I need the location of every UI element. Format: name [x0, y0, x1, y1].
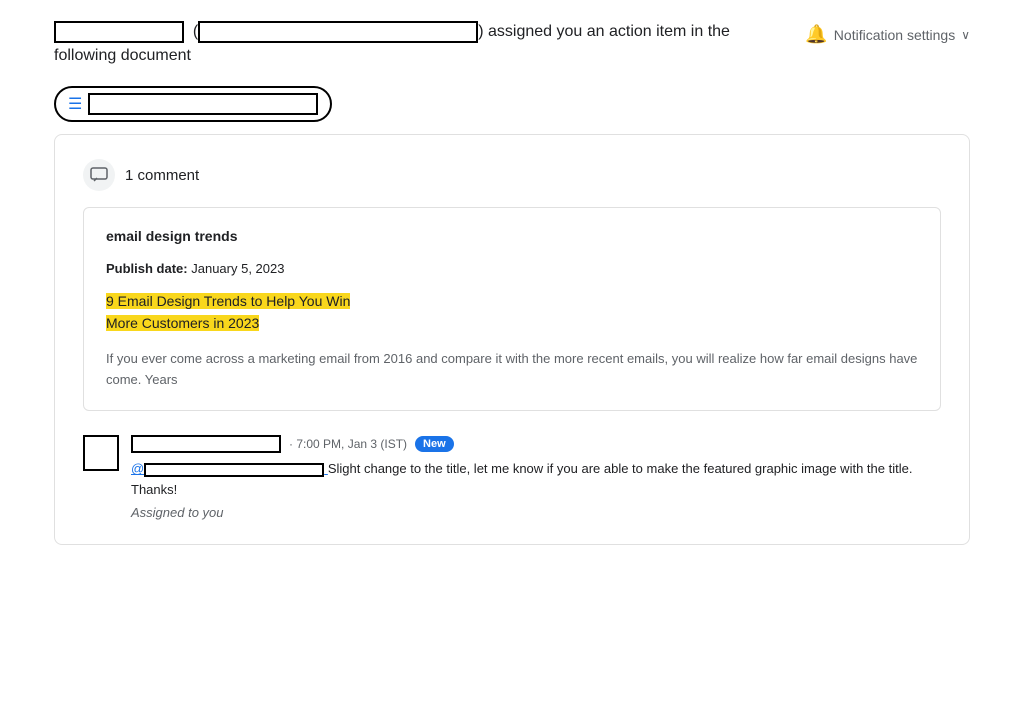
assignment-text-part1: assigned you an action item in the [488, 23, 730, 40]
doc-bar[interactable]: ☰ [54, 86, 332, 122]
assignment-text-part2: following document [54, 47, 191, 64]
highlighted-title-line1: 9 Email Design Trends to Help You Win [106, 293, 350, 309]
highlighted-title-container: 9 Email Design Trends to Help You Win Mo… [106, 290, 918, 335]
new-badge: New [415, 436, 454, 452]
notification-settings-button[interactable]: 🔔 Notification settings ∨ [805, 20, 970, 45]
sender-email-redacted [198, 21, 478, 43]
mention-name-redacted [144, 463, 324, 477]
doc-preview-card: email design trends Publish date: Januar… [83, 207, 941, 411]
comment-count-label: 1 comment [125, 167, 199, 184]
publish-date-row: Publish date: January 5, 2023 [106, 260, 918, 276]
bell-icon: 🔔 [805, 24, 827, 45]
comment-thread: · 7:00 PM, Jan 3 (IST) New @ Slight chan… [83, 431, 941, 520]
main-content: 1 comment email design trends Publish da… [0, 134, 1024, 545]
chevron-down-icon: ∨ [961, 28, 970, 42]
comment-time: · 7:00 PM, Jan 3 (IST) [289, 437, 407, 451]
comment-body: · 7:00 PM, Jan 3 (IST) New @ Slight chan… [131, 435, 941, 520]
header-left: () assigned you an action item in the fo… [54, 20, 805, 68]
publish-date-value: January 5, 2023 [191, 261, 284, 276]
doc-title-redacted [88, 93, 318, 115]
mention-prefix: @ [131, 461, 144, 476]
doc-list-icon: ☰ [68, 94, 82, 114]
assigned-label: Assigned to you [131, 505, 941, 520]
highlighted-title-line2: More Customers in 2023 [106, 315, 259, 331]
doc-preview-text: If you ever come across a marketing emai… [106, 349, 918, 391]
toolbar-row: ☰ [0, 78, 1024, 134]
mention-link[interactable]: @ [131, 461, 328, 476]
doc-preview-title: email design trends [106, 228, 918, 244]
comment-meta: · 7:00 PM, Jan 3 (IST) New [131, 435, 941, 453]
commenter-name-redacted [131, 435, 281, 453]
header-text: () assigned you an action item in the fo… [54, 20, 805, 68]
comment-card: 1 comment email design trends Publish da… [54, 134, 970, 545]
comment-count-row: 1 comment [83, 159, 941, 191]
publish-date-label: Publish date: [106, 261, 191, 276]
top-header: () assigned you an action item in the fo… [0, 0, 1024, 78]
commenter-avatar [83, 435, 119, 471]
comment-text: @ Slight change to the title, let me kno… [131, 459, 941, 501]
notification-settings-label: Notification settings [834, 27, 955, 43]
sender-redacted [54, 21, 184, 43]
comment-icon [83, 159, 115, 191]
